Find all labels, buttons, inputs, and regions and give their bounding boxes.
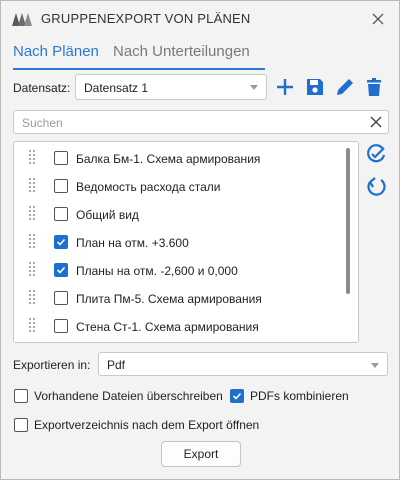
plan-label: Планы на отм. -2,600 и 0,000 [76,264,238,278]
checkmark-icon [56,266,66,274]
combine-checkbox[interactable] [230,389,244,403]
overwrite-checkbox[interactable] [14,389,28,403]
open-dir-label: Exportverzeichnis nach dem Export öffnen [34,418,260,432]
dataset-value: Datensatz 1 [84,81,149,95]
dataset-select[interactable]: Datensatz 1 [75,74,267,100]
plan-checkbox[interactable] [54,179,68,193]
list-item[interactable]: План на отм. +3.600 [14,228,344,256]
list-item[interactable]: Ведомость расхода стали [14,172,344,200]
plan-label: Ведомость расхода стали [76,180,221,194]
plan-checkbox[interactable] [54,151,68,165]
checkmark-icon [56,238,66,246]
list-item[interactable]: Балка Бм-1. Схема армирования [14,144,344,172]
export-button[interactable]: Export [161,441,241,467]
tab-bar: Nach Plänen Nach Unterteilungen [13,41,265,70]
dialog-window: GRUPPENEXPORT VON PLÄNEN Nach Plänen Nac… [0,0,400,480]
select-all-icon[interactable] [365,143,387,165]
plus-icon[interactable] [274,76,296,98]
deselect-all-icon[interactable] [365,176,387,198]
plan-label: Общий вид [76,208,139,222]
drag-handle-icon[interactable] [29,206,37,222]
drag-handle-icon[interactable] [29,234,37,250]
overwrite-label: Vorhandene Dateien überschreiben [34,389,223,403]
app-logo-icon [12,13,32,26]
drag-handle-icon[interactable] [29,290,37,306]
plan-checkbox-checked[interactable] [54,263,68,277]
plan-checkbox[interactable] [54,291,68,305]
list-item[interactable]: Стена Ст-1. Схема армирования [14,312,344,340]
drag-handle-icon[interactable] [29,178,37,194]
checkmark-icon [232,392,242,400]
plan-label: Балка Бм-1. Схема армирования [76,152,261,166]
drag-handle-icon[interactable] [29,318,37,334]
window-title: GRUPPENEXPORT VON PLÄNEN [41,11,251,26]
plan-label: План на отм. +3.600 [76,236,189,250]
list-item[interactable]: Планы на отм. -2,600 и 0,000 [14,256,344,284]
title-bar: GRUPPENEXPORT VON PLÄNEN [1,1,399,37]
plan-list: Балка Бм-1. Схема армирования Ведомость … [13,141,359,343]
save-icon[interactable] [304,76,326,98]
dataset-label: Datensatz: [13,81,71,95]
clear-search-icon[interactable] [368,114,384,130]
search-input[interactable] [20,114,354,132]
plan-checkbox[interactable] [54,207,68,221]
list-item[interactable]: Общий вид [14,200,344,228]
tab-by-plans[interactable]: Nach Plänen [13,43,99,60]
open-dir-checkbox[interactable] [14,418,28,432]
edit-icon[interactable] [334,76,356,98]
chevron-down-icon [371,363,379,368]
tab-by-subdivisions[interactable]: Nach Unterteilungen [113,43,250,60]
plan-label: Стена Ст-1. Схема армирования [76,320,259,334]
plan-checkbox[interactable] [54,319,68,333]
drag-handle-icon[interactable] [29,150,37,166]
plan-label: Плита Пм-5. Схема армирования [76,292,262,306]
list-scrollbar[interactable] [346,148,350,294]
search-field[interactable] [13,110,389,134]
list-item[interactable]: Плита Пм-5. Схема армирования [14,284,344,312]
drag-handle-icon[interactable] [29,262,37,278]
combine-label: PDFs kombinieren [250,389,349,403]
chevron-down-icon [250,85,258,90]
close-icon[interactable] [369,10,387,28]
export-format-value: Pdf [107,358,126,372]
plan-checkbox-checked[interactable] [54,235,68,249]
trash-icon[interactable] [363,76,385,98]
export-format-select[interactable]: Pdf [98,352,388,376]
export-format-label: Exportieren in: [13,358,91,372]
